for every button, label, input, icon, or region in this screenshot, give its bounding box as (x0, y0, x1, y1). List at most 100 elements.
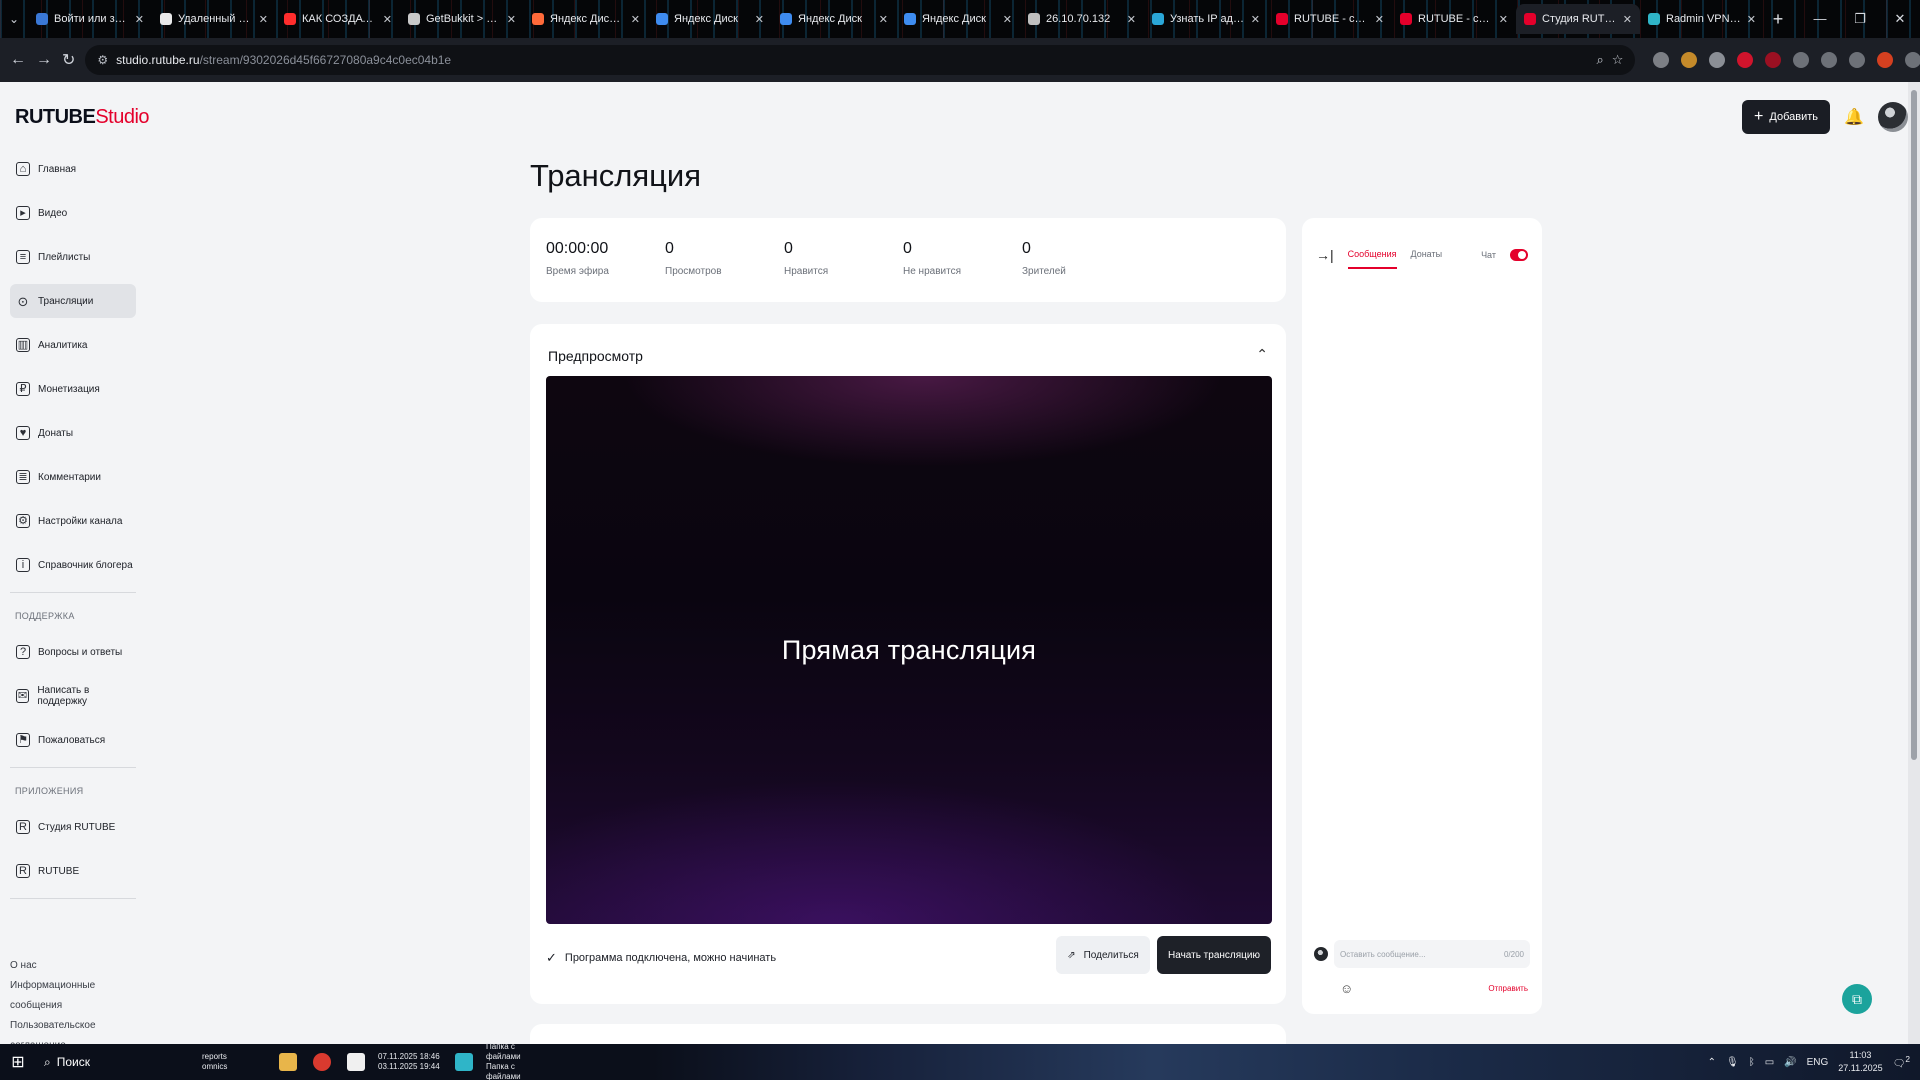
file-explorer-icon[interactable] (276, 1047, 300, 1077)
minimize-icon[interactable]: — (1800, 0, 1840, 38)
windows-start-icon[interactable]: ⊞ (0, 1052, 36, 1072)
new-tab-button[interactable]: + (1764, 9, 1792, 30)
close-tab-icon[interactable]: ✕ (1747, 13, 1756, 26)
close-tab-icon[interactable]: ✕ (755, 13, 764, 26)
sidebar-item[interactable]: ⊙ Трансляции (10, 284, 136, 318)
sidebar-item[interactable]: ⚙ Настройки канала (10, 504, 136, 538)
sidebar-item[interactable]: ▸ Видео (10, 196, 136, 230)
taskbar-search[interactable]: ⌕ Поиск (36, 1044, 166, 1080)
close-tab-icon[interactable]: ✕ (1127, 13, 1136, 26)
close-tab-icon[interactable]: ✕ (631, 13, 640, 26)
tab-search-dropdown-icon[interactable]: ⌄ (0, 12, 28, 26)
back-icon[interactable]: ← (10, 51, 26, 69)
share-button[interactable]: ⇗ Поделиться (1056, 936, 1150, 974)
taskbar-folder-window[interactable]: Папка с файлами Папка с файлами (486, 1042, 550, 1080)
site-info-icon[interactable]: ⚙ (97, 53, 108, 67)
network-icon[interactable]: ▭ (1765, 1057, 1774, 1068)
calculator-icon[interactable] (344, 1047, 368, 1077)
close-tab-icon[interactable]: ✕ (259, 13, 268, 26)
download-icon[interactable] (1821, 52, 1838, 68)
close-tab-icon[interactable]: ✕ (1251, 13, 1260, 26)
chat-message-input[interactable]: Оставить сообщение... 0/200 (1334, 940, 1530, 968)
rutube-studio-logo[interactable]: RUTUBEStudio (15, 106, 150, 129)
profile-avatar[interactable] (1877, 52, 1894, 68)
sidebar-item[interactable]: ▥ Аналитика (10, 328, 136, 362)
browser-tab[interactable]: GetBukkit > Downlo ✕ (400, 4, 524, 34)
emoji-icon[interactable]: ☺ (1340, 981, 1353, 996)
browser-tab[interactable]: Узнать IP адрес ✕ (1144, 4, 1268, 34)
browser-tab[interactable]: Яндекс Диск ✕ (772, 4, 896, 34)
scrollbar-thumb[interactable] (1911, 90, 1917, 760)
reload-icon[interactable]: ↻ (62, 50, 75, 70)
close-tab-icon[interactable]: ✕ (1375, 13, 1384, 26)
browser-tab[interactable]: Radmin VPN – Бесп ✕ (1640, 4, 1764, 34)
sidebar-item[interactable]: ≡ Плейлисты (10, 240, 136, 274)
sidebar-item[interactable]: ⌂ Главная (10, 152, 136, 186)
browser-tab[interactable]: Яндекс Диск — обл ✕ (524, 4, 648, 34)
browser-tab[interactable]: Студия RUTUBE ✕ (1516, 4, 1640, 34)
sidebar-item[interactable]: R Студия RUTUBE (10, 810, 136, 844)
zoom-icon[interactable]: ⌕ (1596, 52, 1603, 68)
browser-tab[interactable]: Яндекс Диск ✕ (648, 4, 772, 34)
extension-icon[interactable] (1709, 52, 1726, 68)
sidebar-item[interactable]: R RUTUBE (10, 854, 136, 888)
browser-tab[interactable]: Удаленный доступ ✕ (152, 4, 276, 34)
extensions-puzzle-icon[interactable] (1793, 52, 1810, 68)
chevron-up-icon[interactable]: ⌃ (1256, 346, 1268, 363)
close-tab-icon[interactable]: ✕ (1499, 13, 1508, 26)
sidebar-item[interactable]: ⚑ Пожаловаться (10, 723, 136, 757)
tab-messages[interactable]: Сообщения (1347, 249, 1397, 269)
add-button[interactable]: + Добавить (1742, 100, 1830, 134)
chrome-icon[interactable] (310, 1047, 334, 1077)
footer-link[interactable]: Пользовательское соглашение (10, 1016, 140, 1044)
taskbar-window-dates[interactable]: 07.11.2025 18:46 03.11.2025 19:44 (378, 1047, 442, 1077)
notifications-icon[interactable]: 🗨2 (1893, 1054, 1910, 1069)
close-tab-icon[interactable]: ✕ (1623, 13, 1632, 26)
taskbar-reports-window[interactable]: reports omnics (202, 1047, 266, 1077)
forward-icon[interactable]: → (36, 51, 52, 69)
sidebar-item[interactable]: ✉ Написать в поддержку (10, 679, 136, 713)
volume-icon[interactable]: 🔊 (1784, 1057, 1796, 1068)
close-tab-icon[interactable]: ✕ (1003, 13, 1012, 26)
browser-tab[interactable]: Яндекс Диск ✕ (896, 4, 1020, 34)
browser-tab[interactable]: 26.10.70.132 ✕ (1020, 4, 1144, 34)
restore-icon[interactable]: ❐ (1840, 0, 1880, 38)
tab-donations[interactable]: Донаты (1411, 249, 1443, 269)
help-chat-icon[interactable]: ⧉ (1842, 984, 1872, 1014)
browser-tab[interactable]: Войти или зарегис ✕ (28, 4, 152, 34)
address-bar[interactable]: ⚙ studio.rutube.ru/stream/9302026d45f667… (85, 45, 1636, 75)
vpn-app-icon[interactable] (452, 1047, 476, 1077)
extension-icon[interactable] (1681, 52, 1698, 68)
tray-chevron-icon[interactable]: ⌃ (1708, 1057, 1716, 1068)
send-message-button[interactable]: Отправить (1488, 984, 1528, 993)
reading-list-icon[interactable] (1849, 52, 1866, 68)
collapse-panel-icon[interactable]: →| (1316, 247, 1334, 263)
language-indicator[interactable]: ENG (1807, 1057, 1829, 1068)
microphone-icon[interactable]: 🎙 (1726, 1057, 1739, 1068)
footer-link[interactable]: Информационные сообщения (10, 976, 140, 1016)
user-avatar[interactable] (1878, 102, 1908, 132)
sidebar-item[interactable]: i Справочник блогера (10, 548, 136, 582)
sidebar-item[interactable]: ♥ Донаты (10, 416, 136, 450)
close-tab-icon[interactable]: ✕ (383, 13, 392, 26)
browser-tab[interactable]: КАК СОЗДАТЬ С ✕ (276, 4, 400, 34)
close-tab-icon[interactable]: ✕ (135, 13, 144, 26)
close-window-icon[interactable]: ✕ (1880, 0, 1920, 38)
sidebar-item[interactable]: ₽ Монетизация (10, 372, 136, 406)
chat-toggle[interactable] (1510, 249, 1528, 261)
bluetooth-icon[interactable]: ᛒ (1749, 1057, 1755, 1068)
sidebar-item[interactable]: ≣ Комментарии (10, 460, 136, 494)
footer-link[interactable]: О нас (10, 956, 140, 976)
menu-kebab-icon[interactable] (1905, 52, 1920, 68)
taskbar-clock[interactable]: 11:03 27.11.2025 (1838, 1049, 1882, 1075)
close-tab-icon[interactable]: ✕ (879, 13, 888, 26)
browser-tab[interactable]: RUTUBE - смотрет ✕ (1268, 4, 1392, 34)
close-tab-icon[interactable]: ✕ (507, 13, 516, 26)
page-scrollbar[interactable] (1908, 82, 1920, 1044)
extension-icon[interactable] (1737, 52, 1754, 68)
bell-icon[interactable]: 🔔 (1844, 107, 1864, 127)
extension-icon[interactable] (1765, 52, 1782, 68)
stream-preview-player[interactable]: Прямая трансляция (546, 376, 1272, 924)
extension-icon[interactable] (1653, 52, 1670, 68)
sidebar-item[interactable]: ? Вопросы и ответы (10, 635, 136, 669)
